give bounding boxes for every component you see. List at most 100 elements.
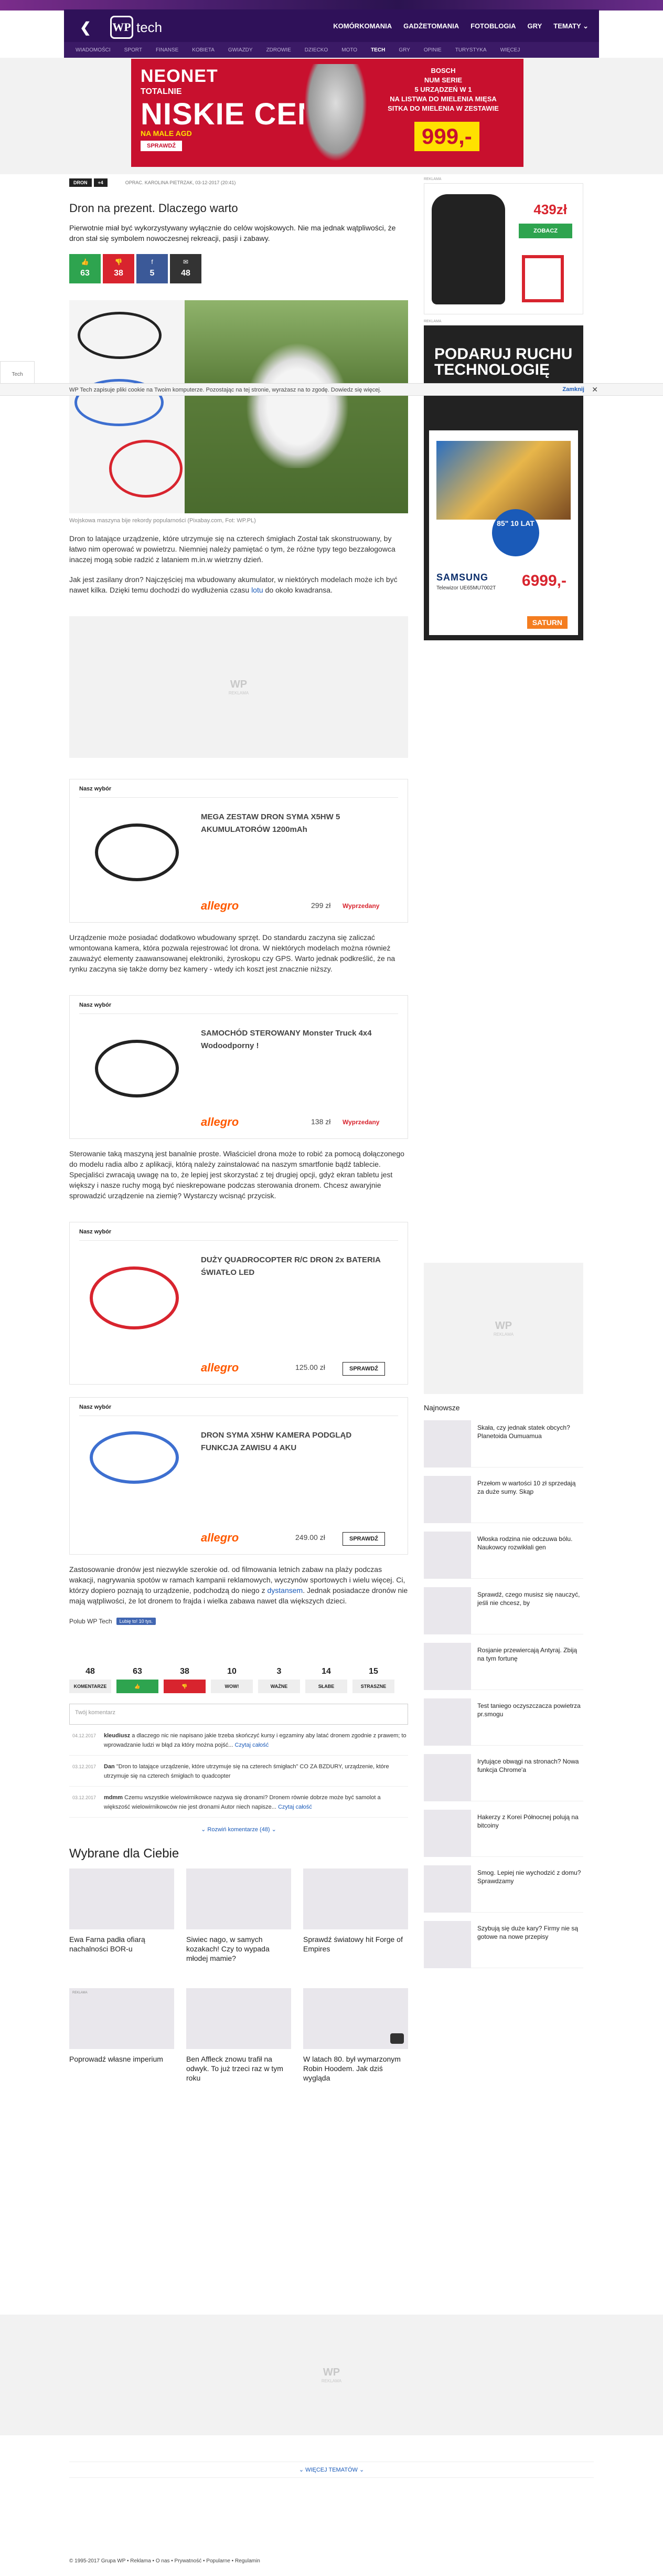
dystansem-link[interactable]: dystansem <box>267 1586 303 1595</box>
latest-item[interactable]: Skała, czy jednak statek obcych? Planeto… <box>424 1420 583 1468</box>
cookie-close-link[interactable]: Zamknij <box>562 386 584 393</box>
comment-author[interactable]: mdmm <box>104 1794 123 1801</box>
latest-item[interactable]: Włoska rodzina nie odczuwa bólu. Naukowc… <box>424 1532 583 1579</box>
latest-item[interactable]: Irytujące obwągi na stronach? Nowa funkc… <box>424 1754 583 1801</box>
card-title: Poprowadź własne imperium <box>69 2055 163 2063</box>
subnav-kobieta[interactable]: KOBIETA <box>192 47 215 53</box>
subnav-gry[interactable]: GRY <box>399 47 410 53</box>
reaction-straszne[interactable]: 15 STRASZNE <box>352 1667 394 1698</box>
subnav-wiadomosci[interactable]: WIADOMOŚCI <box>76 47 111 53</box>
pick-header: Nasz wybór <box>79 1229 398 1241</box>
top-banner[interactable] <box>0 0 663 10</box>
comment-input[interactable]: Twój komentarz <box>69 1704 408 1725</box>
latest-item[interactable]: Smog. Lepiej nie wychodzić z domu? Spraw… <box>424 1865 583 1913</box>
more-topics-button[interactable]: ⌄ WIĘCEJ TEMATÓW ⌄ <box>69 2462 594 2478</box>
samsung-logo: SAMSUNG <box>436 572 489 583</box>
check-button[interactable]: SPRAWDŹ <box>343 1532 385 1546</box>
product-title[interactable]: SAMOCHÓD STEROWANY Monster Truck 4x4 Wod… <box>201 1027 390 1052</box>
watermark-text: WP <box>495 1320 512 1332</box>
comments-button[interactable]: ✉ 48 <box>170 254 201 283</box>
recommended-card[interactable]: Siwiec nago, w samych kozakach! Czy to w… <box>186 1868 291 1981</box>
neonet-ad[interactable]: NEONET TOTALNIE NISKIE CENY NA MALE AGD … <box>131 59 523 167</box>
reaction-slabe[interactable]: 14 SŁABE <box>305 1667 347 1698</box>
product-title[interactable]: DRON SYMA X5HW KAMERA PODGLĄD FUNKCJA ZA… <box>201 1429 390 1454</box>
comment-text: Czemu wszystkie wielowirnikowce nazywa s… <box>104 1794 381 1810</box>
facebook-share-button[interactable]: f5 <box>136 254 168 283</box>
latest-item[interactable]: Sprawdź, czego musisz się nauczyć, jeśli… <box>424 1587 583 1634</box>
nav-gadzetomania[interactable]: GADŻETOMANIA <box>403 22 459 30</box>
product-pick-card[interactable]: Nasz wybór DUŻY QUADROCOPTER R/C DRON 2x… <box>69 1222 408 1385</box>
tv-image <box>436 441 571 520</box>
nav-tematy[interactable]: TEMATY ⌄ <box>553 22 589 30</box>
jacket-ad[interactable]: 439zł ZOBACZ <box>424 183 583 314</box>
tv-price: 6999,- <box>521 572 566 589</box>
subnav-moto[interactable]: MOTO <box>341 47 357 53</box>
lotu-link[interactable]: lotu <box>251 586 263 594</box>
product-image <box>79 803 189 913</box>
recommended-card[interactable]: Ben Affleck znowu trafił na odwyk. To ju… <box>186 1988 291 2100</box>
reaction-wow[interactable]: 10 WOW! <box>211 1667 253 1698</box>
product-pick-card[interactable]: Nasz wybór SAMOCHÓD STEROWANY Monster Tr… <box>69 995 408 1139</box>
tag-dron[interactable]: DRON <box>69 178 92 187</box>
card-image <box>186 1988 291 2049</box>
like-button[interactable]: 👍 63 <box>69 254 101 283</box>
latest-item[interactable]: Rosjanie przewiercają Antyraj. Zbiją na … <box>424 1643 583 1690</box>
subnav-sport[interactable]: SPORT <box>124 47 142 53</box>
comments-count: 48 <box>181 269 190 278</box>
product-pick-card[interactable]: Nasz wybór MEGA ZESTAW DRON SYMA X5HW 5 … <box>69 779 408 923</box>
bosch-line: NA LISTWA DO MIELENIA MIĘSA <box>390 95 497 103</box>
article-paragraph: Jak jest zasilany dron? Najczęściej ma w… <box>69 574 408 595</box>
back-icon[interactable]: ❮ <box>80 20 92 34</box>
latest-item[interactable]: Hakerzy z Korei Północnej polują na bitc… <box>424 1810 583 1857</box>
drone-product-image <box>90 1266 179 1329</box>
jacket-cta-button[interactable]: ZOBACZ <box>519 224 572 238</box>
comment-author[interactable]: Dan <box>104 1764 115 1770</box>
product-title[interactable]: MEGA ZESTAW DRON SYMA X5HW 5 AKUMULATORÓ… <box>201 811 390 836</box>
article-tags: DRON +4 OPRAC. KAROLINA PIETRZAK, 03-12-… <box>69 178 408 187</box>
nav-fotoblogia[interactable]: FOTOBLOGIA <box>470 22 516 30</box>
dislike-button[interactable]: 👎 38 <box>103 254 134 283</box>
nav-komorkomania[interactable]: KOMÓRKOMANIA <box>333 22 392 30</box>
subnav-tech[interactable]: TECH <box>371 47 385 53</box>
comment-text: "Dron to latające urządzenie, które utrz… <box>104 1764 389 1779</box>
site-logo[interactable]: WP tech <box>110 16 162 39</box>
recommended-card[interactable]: W latach 80. był wymarzonym Robin Hoodem… <box>303 1988 408 2100</box>
subnav-opinie[interactable]: OPINIE <box>424 47 442 53</box>
facebook-like-button[interactable]: Lubię to! 10 tys. <box>116 1618 156 1625</box>
read-more-link[interactable]: Czytaj całość <box>234 1742 269 1748</box>
subnav-zdrowie[interactable]: ZDROWIE <box>266 47 291 53</box>
sidebar-ad-placeholder[interactable]: WP REKLAMA <box>424 1263 583 1394</box>
reaction-dislike[interactable]: 38 👎 <box>164 1667 206 1698</box>
saturn-ad[interactable]: PODARUJ RUCHU TECHNOLOGIĘ 85" 10 LAT SAM… <box>424 325 583 640</box>
recommended-card[interactable]: REKLAMA Poprowadź własne imperium <box>69 1988 174 2100</box>
close-icon[interactable]: ✕ <box>592 385 598 394</box>
latest-item[interactable]: Szybują się duże kary? Firmy nie są goto… <box>424 1921 583 1968</box>
footer-ad-placeholder[interactable]: WP REKLAMA <box>0 2315 663 2435</box>
nav-gry[interactable]: GRY <box>528 22 542 30</box>
recommended-card[interactable]: Ewa Farna padła ofiarą nachalności BOR-u <box>69 1868 174 1981</box>
ad-cta-button[interactable]: SPRAWDŹ <box>141 141 182 151</box>
reaction-like[interactable]: 63 👍 <box>116 1667 158 1698</box>
recommended-card[interactable]: Sprawdź światowy hit Forge of Empires <box>303 1868 408 1981</box>
expand-comments-button[interactable]: ⌄ Rozwiń komentarze (48) ⌄ <box>69 1826 408 1833</box>
subnav-wiecej[interactable]: WIĘCEJ <box>500 47 520 53</box>
subnav-turystyka[interactable]: TURYSTYKA <box>455 47 487 53</box>
article-main-photo[interactable] <box>69 300 408 513</box>
tag-more[interactable]: +4 <box>93 178 108 187</box>
product-title[interactable]: DUŻY QUADROCOPTER R/C DRON 2x BATERIA ŚW… <box>201 1254 390 1279</box>
recommended-title: Wybrane dla Ciebie <box>69 1846 179 1861</box>
subnav-gwiazdy[interactable]: GWIAZDY <box>228 47 253 53</box>
product-image <box>79 1421 189 1531</box>
check-button[interactable]: SPRAWDŹ <box>343 1362 385 1376</box>
latest-thumb <box>424 1643 471 1690</box>
reaction-wazne[interactable]: 3 WAŻNE <box>258 1667 300 1698</box>
read-more-link[interactable]: Czytaj całość <box>278 1804 312 1810</box>
reaction-comments[interactable]: 48 KOMENTARZE <box>69 1667 111 1698</box>
product-pick-card[interactable]: Nasz wybór DRON SYMA X5HW KAMERA PODGLĄD… <box>69 1397 408 1555</box>
latest-item[interactable]: Test taniego oczyszczacza powietrza pr.s… <box>424 1698 583 1746</box>
comment-author[interactable]: kleudiusz <box>104 1733 130 1739</box>
subnav-finanse[interactable]: FINANSE <box>156 47 178 53</box>
inline-ad-placeholder[interactable]: WP REKLAMA <box>69 616 408 758</box>
subnav-dziecko[interactable]: DZIECKO <box>305 47 328 53</box>
latest-item[interactable]: Przełom w wartości 10 zł sprzedają za du… <box>424 1476 583 1523</box>
